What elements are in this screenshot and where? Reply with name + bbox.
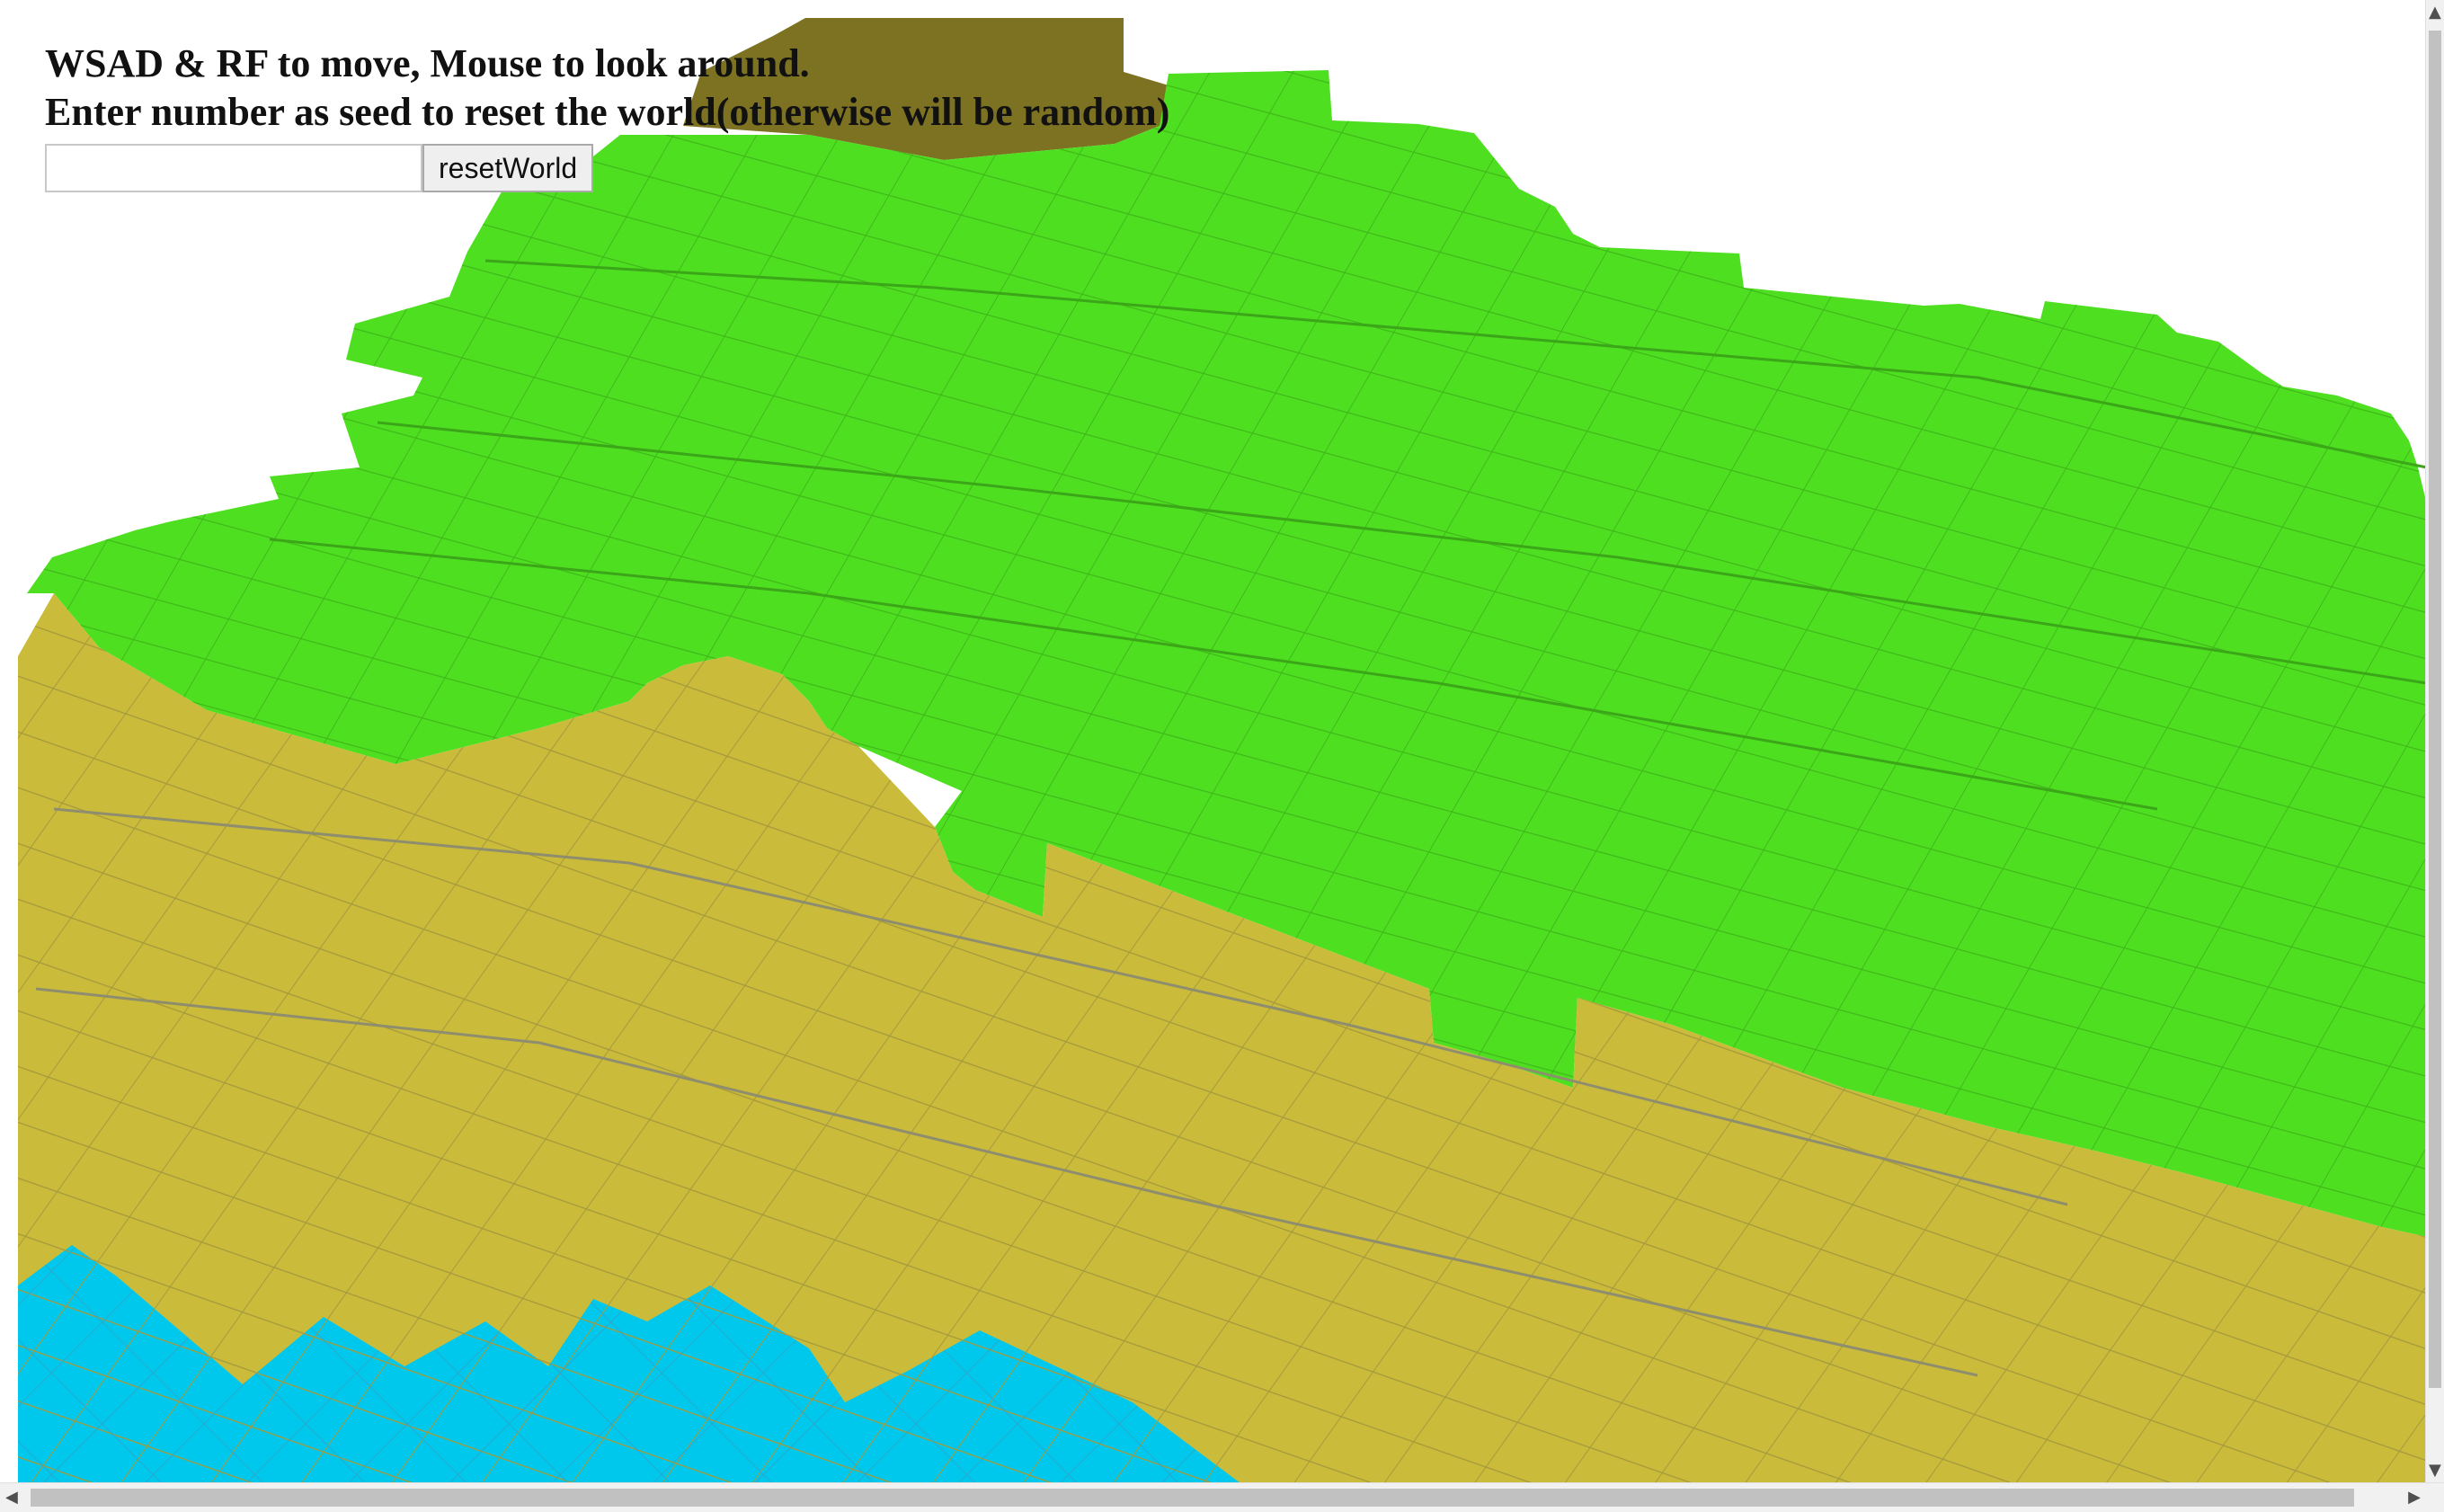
vertical-scroll-thumb[interactable]: [2429, 31, 2441, 1388]
scroll-down-icon[interactable]: ▼: [2429, 1462, 2441, 1480]
seed-input[interactable]: [45, 144, 422, 192]
horizontal-scroll-thumb[interactable]: [31, 1489, 2354, 1507]
seed-controls: resetWorld: [45, 144, 1169, 192]
scroll-left-icon[interactable]: ◀: [5, 1489, 18, 1507]
scroll-up-icon[interactable]: ▲: [2429, 4, 2441, 22]
game-viewport[interactable]: [0, 0, 2444, 1512]
horizontal-scrollbar[interactable]: ◀ ▶: [0, 1482, 2444, 1512]
instructions-line-1: WSAD & RF to move, Mouse to look around.: [45, 41, 810, 85]
scroll-right-icon[interactable]: ▶: [2408, 1489, 2421, 1507]
vertical-scrollbar[interactable]: ▲ ▼: [2425, 0, 2444, 1483]
control-panel: WSAD & RF to move, Mouse to look around.…: [45, 40, 1169, 192]
reset-world-button[interactable]: resetWorld: [422, 144, 594, 192]
instructions-line-2: Enter number as seed to reset the world(…: [45, 90, 1170, 134]
